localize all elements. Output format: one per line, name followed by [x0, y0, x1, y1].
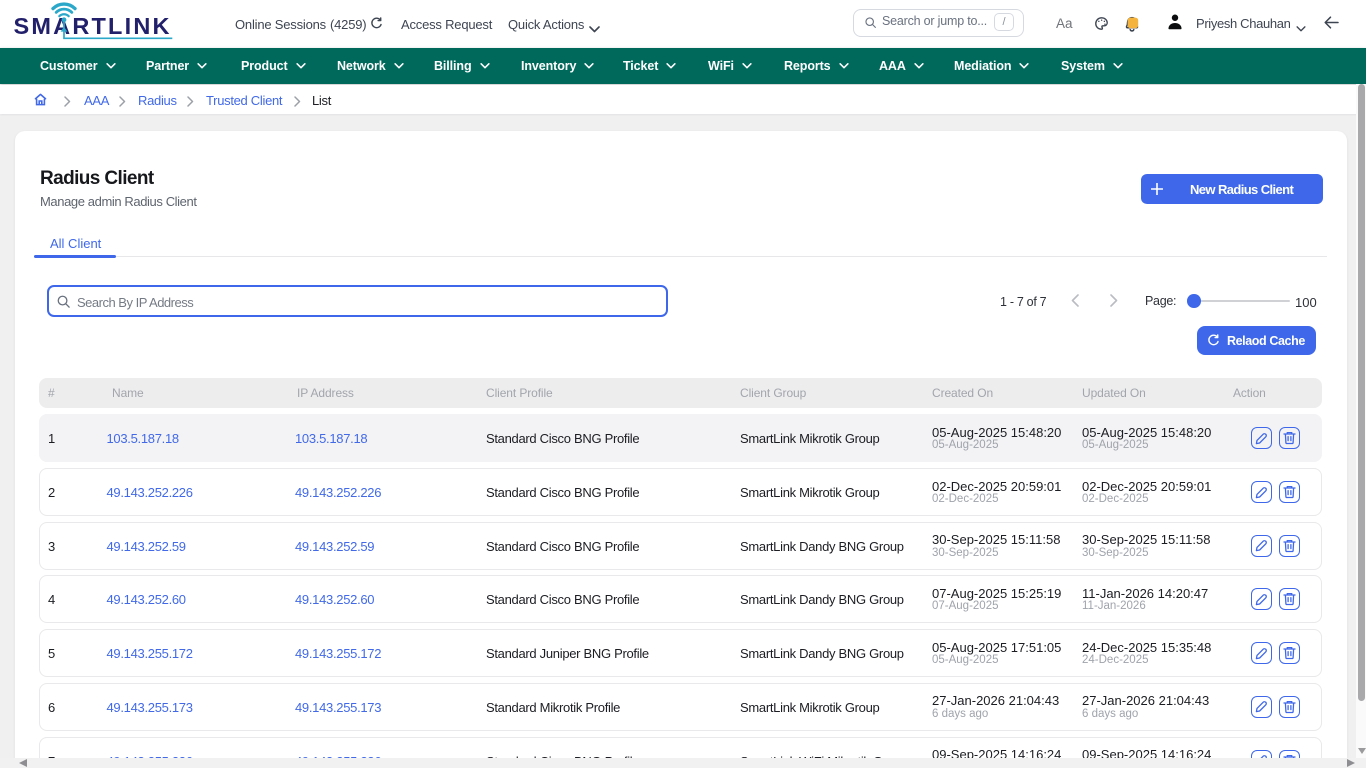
svg-text:SMARTLINK: SMARTLINK — [14, 13, 172, 39]
